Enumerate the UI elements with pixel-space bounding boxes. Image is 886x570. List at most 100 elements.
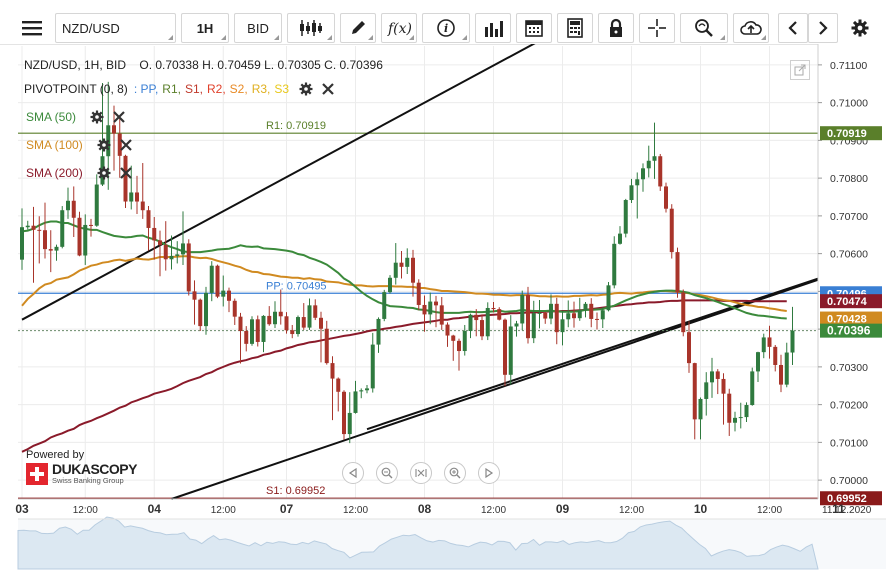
candle-body: [761, 337, 766, 353]
candle-body: [451, 335, 456, 341]
bar-chart-button[interactable]: [475, 13, 511, 43]
nav-back-button[interactable]: [342, 462, 364, 484]
chevron-right-icon: [819, 21, 828, 35]
plot-background: [18, 46, 818, 499]
candle-body: [480, 320, 484, 337]
candle-body: [319, 317, 323, 329]
drawing-tools-button[interactable]: [340, 13, 376, 43]
indicator-remove-close-icon[interactable]: [119, 138, 133, 152]
zoom-in-button[interactable]: [444, 462, 466, 484]
candle-body: [255, 319, 260, 342]
candle-body: [342, 391, 346, 435]
pivot-name: PIVOTPOINT (0, 8): [24, 82, 128, 96]
svg-text:i: i: [444, 22, 448, 35]
zoom-button[interactable]: [680, 13, 728, 43]
pencil-icon: [352, 21, 365, 34]
lock-button[interactable]: [598, 13, 634, 43]
candle-body: [710, 371, 714, 383]
candle-body: [215, 265, 220, 297]
candle-body: [238, 316, 243, 332]
candle-body: [503, 319, 507, 375]
candle-body: [278, 311, 283, 317]
candle-body: [290, 330, 295, 335]
candle-body: [434, 301, 438, 306]
indicator-settings-gear-icon[interactable]: [97, 166, 111, 180]
candle-body: [273, 311, 277, 325]
candle-body: [336, 378, 341, 392]
pivot-line-label: S1: 0.69952: [266, 485, 325, 497]
candle-body: [393, 262, 398, 278]
price-side-label: BID: [247, 20, 269, 36]
maximize-button[interactable]: [790, 60, 810, 80]
candle-body: [140, 201, 145, 211]
candle-body: [439, 305, 444, 325]
triangle-right-icon: [485, 468, 494, 478]
reset-zoom-button[interactable]: [410, 462, 432, 484]
zoom-out-button[interactable]: [376, 462, 398, 484]
indicator-label: SMA (50): [26, 110, 77, 124]
scroll-right-button[interactable]: [808, 13, 838, 43]
info-button[interactable]: i: [422, 13, 470, 43]
candle-body: [261, 315, 266, 342]
symbol-selector[interactable]: NZD/USD: [55, 13, 176, 43]
calculator-icon: [567, 18, 583, 38]
menu-button[interactable]: [14, 13, 50, 43]
candle-body: [675, 252, 680, 293]
time-tick-label: 10: [694, 502, 708, 516]
candle-body: [31, 225, 36, 230]
candle-body: [790, 330, 795, 353]
candle-body: [531, 313, 536, 339]
cloud-upload-button[interactable]: [733, 13, 769, 43]
pivot-part-6: S3: [274, 82, 290, 96]
price-tick-label: 0.71000: [830, 98, 868, 110]
indicator-remove-close-icon[interactable]: [119, 166, 133, 180]
calendar-button[interactable]: [516, 13, 552, 43]
candle-body: [756, 352, 760, 372]
candle-body: [629, 185, 634, 201]
toolbar: NZD/USD 1H BID f(x) i: [0, 0, 886, 45]
pivot-remove-close-icon[interactable]: [321, 82, 335, 96]
indicator-settings-gear-icon[interactable]: [97, 138, 111, 152]
crosshair-button[interactable]: [639, 13, 675, 43]
scroll-left-button[interactable]: [778, 13, 808, 43]
candle-body: [353, 391, 358, 413]
price-side-selector[interactable]: BID: [234, 13, 282, 43]
price-chart[interactable]: R1: 0.70919 PP: 0.70495 S1: 0.69952 0.71100…: [0, 44, 886, 570]
logo-tagline: Swiss Banking Group: [52, 476, 124, 485]
pivot-part-3: R2,: [206, 82, 226, 96]
candle-body: [600, 310, 605, 320]
candle-body: [382, 292, 387, 319]
candle-body: [595, 318, 599, 320]
chart-type-button[interactable]: [287, 13, 335, 43]
candle-body: [388, 277, 392, 293]
candle-body: [669, 208, 674, 253]
candle-body: [267, 315, 272, 325]
nav-forward-button[interactable]: [478, 462, 500, 484]
candle-body: [715, 371, 720, 379]
candle-body: [543, 312, 548, 319]
candle-body: [767, 337, 772, 347]
calculator-button[interactable]: [557, 13, 593, 43]
price-tick-label: 0.70100: [830, 437, 868, 449]
settings-button[interactable]: [845, 13, 875, 43]
candle-body: [405, 257, 410, 267]
candle-body: [560, 319, 565, 333]
indicator-label: SMA (200): [26, 166, 83, 180]
candle-body: [750, 371, 755, 406]
candle-body: [577, 310, 582, 319]
indicators-button[interactable]: f(x): [381, 13, 417, 43]
pivot-settings-gear-icon[interactable]: [299, 82, 313, 96]
candle-body: [457, 340, 461, 352]
candle-body: [698, 398, 703, 420]
indicator-settings-gear-icon[interactable]: [90, 110, 104, 124]
candle-body: [221, 290, 226, 297]
timeframe-selector[interactable]: 1H: [181, 13, 229, 43]
candle-body: [784, 352, 789, 385]
indicator-remove-close-icon[interactable]: [112, 110, 126, 124]
candle-body: [733, 417, 737, 423]
chart-area[interactable]: R1: 0.70919 PP: 0.70495 S1: 0.69952 0.71100…: [0, 44, 886, 570]
candle-body: [618, 233, 622, 244]
time-tick-label: 12:00: [757, 505, 782, 516]
candle-body: [664, 186, 668, 209]
candle-body: [204, 292, 208, 327]
